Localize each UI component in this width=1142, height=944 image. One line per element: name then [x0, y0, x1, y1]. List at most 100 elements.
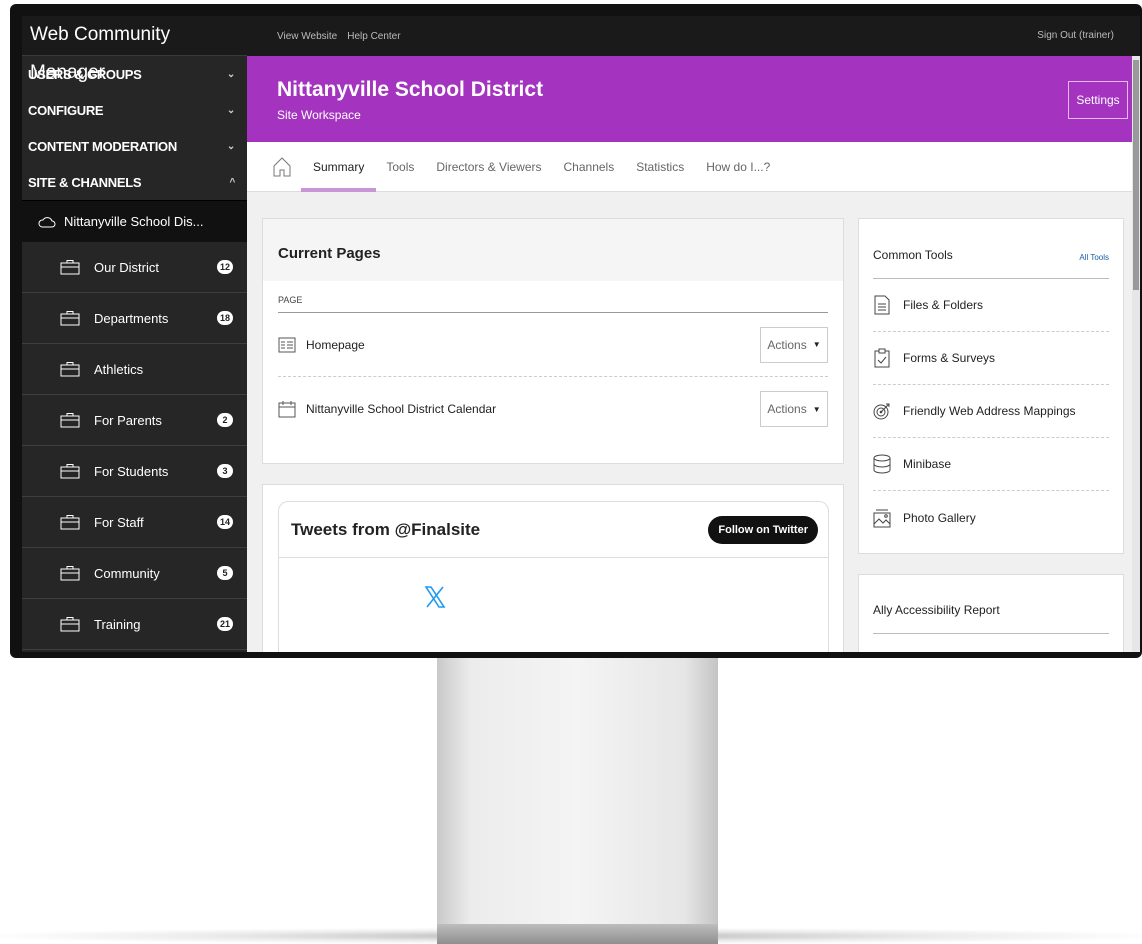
home-icon[interactable]	[273, 156, 291, 177]
channel-label: Athletics	[94, 361, 144, 377]
page-subtitle: Site Workspace	[277, 108, 361, 122]
x-logo-icon	[424, 586, 446, 608]
channel-label: For Students	[94, 463, 169, 479]
page-link[interactable]: Homepage	[306, 338, 760, 352]
ally-report-title: Ally Accessibility Report	[873, 575, 1109, 634]
sidebar: Web Community Manager USERS & GROUPS ⌄ C…	[22, 16, 247, 652]
caret-down-icon: ▼	[812, 340, 821, 349]
section-label: CONFIGURE	[28, 102, 104, 118]
briefcase-icon	[60, 413, 80, 428]
channel-item-for-students[interactable]: For Students 3	[22, 446, 247, 497]
view-website-link[interactable]: View Website	[277, 31, 337, 42]
caret-down-icon: ▼	[812, 404, 821, 414]
tweets-header: Tweets from @Finalsite Follow on Twitter	[279, 502, 828, 558]
monitor-frame: Web Community Manager USERS & GROUPS ⌄ C…	[10, 4, 1142, 658]
channel-label: For Staff	[94, 514, 144, 530]
briefcase-icon	[60, 311, 80, 326]
sidebar-section-site-channels[interactable]: SITE & CHANNELS ^	[22, 164, 247, 200]
briefcase-icon	[60, 464, 80, 479]
briefcase-icon	[60, 617, 80, 632]
sidebar-site-item[interactable]: Nittanyville School Dis...	[22, 200, 247, 242]
current-pages-title: Current Pages	[263, 219, 843, 281]
channel-label: Training	[94, 616, 141, 632]
monitor-stand-foot	[437, 924, 718, 944]
section-label: USERS & GROUPS	[28, 66, 142, 82]
top-bar: View Website Help Center Sign Out (train…	[247, 16, 1140, 56]
tweets-card: Tweets from @Finalsite Follow on Twitter	[262, 484, 844, 652]
common-tools-header: Common Tools All Tools	[873, 219, 1109, 279]
calendar-icon	[278, 401, 296, 418]
channel-label: Community	[94, 565, 160, 581]
all-tools-link[interactable]: All Tools	[1079, 253, 1109, 262]
briefcase-icon	[60, 260, 80, 275]
tab-how-do-i[interactable]: How do I...?	[706, 142, 770, 192]
tab-tools[interactable]: Tools	[386, 142, 414, 192]
sign-out-link[interactable]: Sign Out (trainer)	[1037, 30, 1114, 41]
section-label: CONTENT MODERATION	[28, 138, 177, 154]
help-center-link[interactable]: Help Center	[347, 31, 400, 42]
channel-item-training[interactable]: Training 21	[22, 599, 247, 650]
follow-on-twitter-button[interactable]: Follow on Twitter	[708, 515, 818, 544]
section-label: SITE & CHANNELS	[28, 174, 142, 190]
target-icon	[873, 403, 890, 420]
cloud-icon	[38, 216, 56, 227]
actions-dropdown[interactable]: Actions ▼	[760, 391, 828, 427]
chevron-down-icon: ⌄	[226, 68, 235, 80]
workspace-banner: Nittanyville School District Site Worksp…	[247, 56, 1140, 142]
clipboard-check-icon	[874, 348, 890, 368]
tool-label: Forms & Surveys	[903, 351, 996, 365]
common-tools-card: Common Tools All Tools Files & Folders F…	[858, 218, 1124, 554]
tab-channels[interactable]: Channels	[564, 142, 615, 192]
channel-item-our-district[interactable]: Our District 12	[22, 242, 247, 293]
tool-item-friendly-web-address[interactable]: Friendly Web Address Mappings	[873, 385, 1109, 438]
photo-icon	[873, 509, 891, 527]
tool-label: Minibase	[903, 457, 952, 471]
count-badge: 18	[216, 311, 233, 325]
count-badge: 5	[217, 566, 233, 580]
tool-item-forms-surveys[interactable]: Forms & Surveys	[873, 332, 1109, 385]
page-column-header: PAGE	[278, 295, 828, 313]
page-title: Nittanyville School District	[277, 78, 544, 101]
tool-item-photo-gallery[interactable]: Photo Gallery	[873, 491, 1109, 544]
channel-item-for-parents[interactable]: For Parents 2	[22, 395, 247, 446]
actions-label: Actions	[767, 337, 807, 352]
page-scrollbar[interactable]	[1132, 56, 1140, 652]
tweets-title: Tweets from @Finalsite	[291, 519, 481, 539]
tool-label: Files & Folders	[903, 298, 984, 312]
tweets-widget: Tweets from @Finalsite Follow on Twitter	[278, 501, 829, 652]
channel-item-for-staff[interactable]: For Staff 14	[22, 497, 247, 548]
tab-summary[interactable]: Summary	[300, 142, 377, 192]
chevron-down-icon: ⌄	[226, 140, 235, 152]
sidebar-section-content-moderation[interactable]: CONTENT MODERATION ⌄	[22, 128, 247, 164]
tool-item-files-folders[interactable]: Files & Folders	[873, 279, 1109, 332]
chevron-up-icon: ^	[229, 176, 235, 188]
screen: Web Community Manager USERS & GROUPS ⌄ C…	[22, 16, 1140, 652]
tab-directors-viewers[interactable]: Directors & Viewers	[436, 142, 541, 192]
database-icon	[873, 454, 891, 474]
channel-item-departments[interactable]: Departments 18	[22, 293, 247, 344]
sidebar-section-configure[interactable]: CONFIGURE ⌄	[22, 92, 247, 128]
tool-label: Friendly Web Address Mappings	[903, 404, 1076, 418]
tab-statistics[interactable]: Statistics	[636, 142, 684, 192]
channel-item-athletics[interactable]: Athletics	[22, 344, 247, 395]
file-icon	[874, 295, 890, 315]
page-row: Homepage Actions ▼	[278, 313, 828, 377]
actions-dropdown[interactable]: Actions ▼	[760, 326, 828, 363]
tool-item-minibase[interactable]: Minibase	[873, 438, 1109, 491]
count-badge: 3	[217, 464, 233, 478]
settings-button[interactable]: Settings	[1068, 81, 1128, 119]
page-row: Nittanyville School District Calendar Ac…	[278, 377, 828, 441]
page-link[interactable]: Nittanyville School District Calendar	[306, 402, 760, 416]
channel-label: For Parents	[94, 412, 162, 428]
common-tools-title: Common Tools	[873, 248, 953, 262]
scrollbar-thumb[interactable]	[1133, 60, 1139, 290]
channel-label: Departments	[94, 310, 169, 326]
channel-item-community[interactable]: Community 5	[22, 548, 247, 599]
tab-bar: Summary Tools Directors & Viewers Channe…	[247, 142, 1140, 192]
page-icon	[278, 337, 296, 352]
ally-report-card: Ally Accessibility Report	[858, 574, 1124, 652]
count-badge: 14	[216, 515, 233, 529]
count-badge: 21	[216, 617, 233, 631]
current-pages-card: Current Pages PAGE Homepage Actions ▼ Ni…	[262, 218, 844, 464]
app-title: Web Community Manager	[22, 16, 247, 83]
